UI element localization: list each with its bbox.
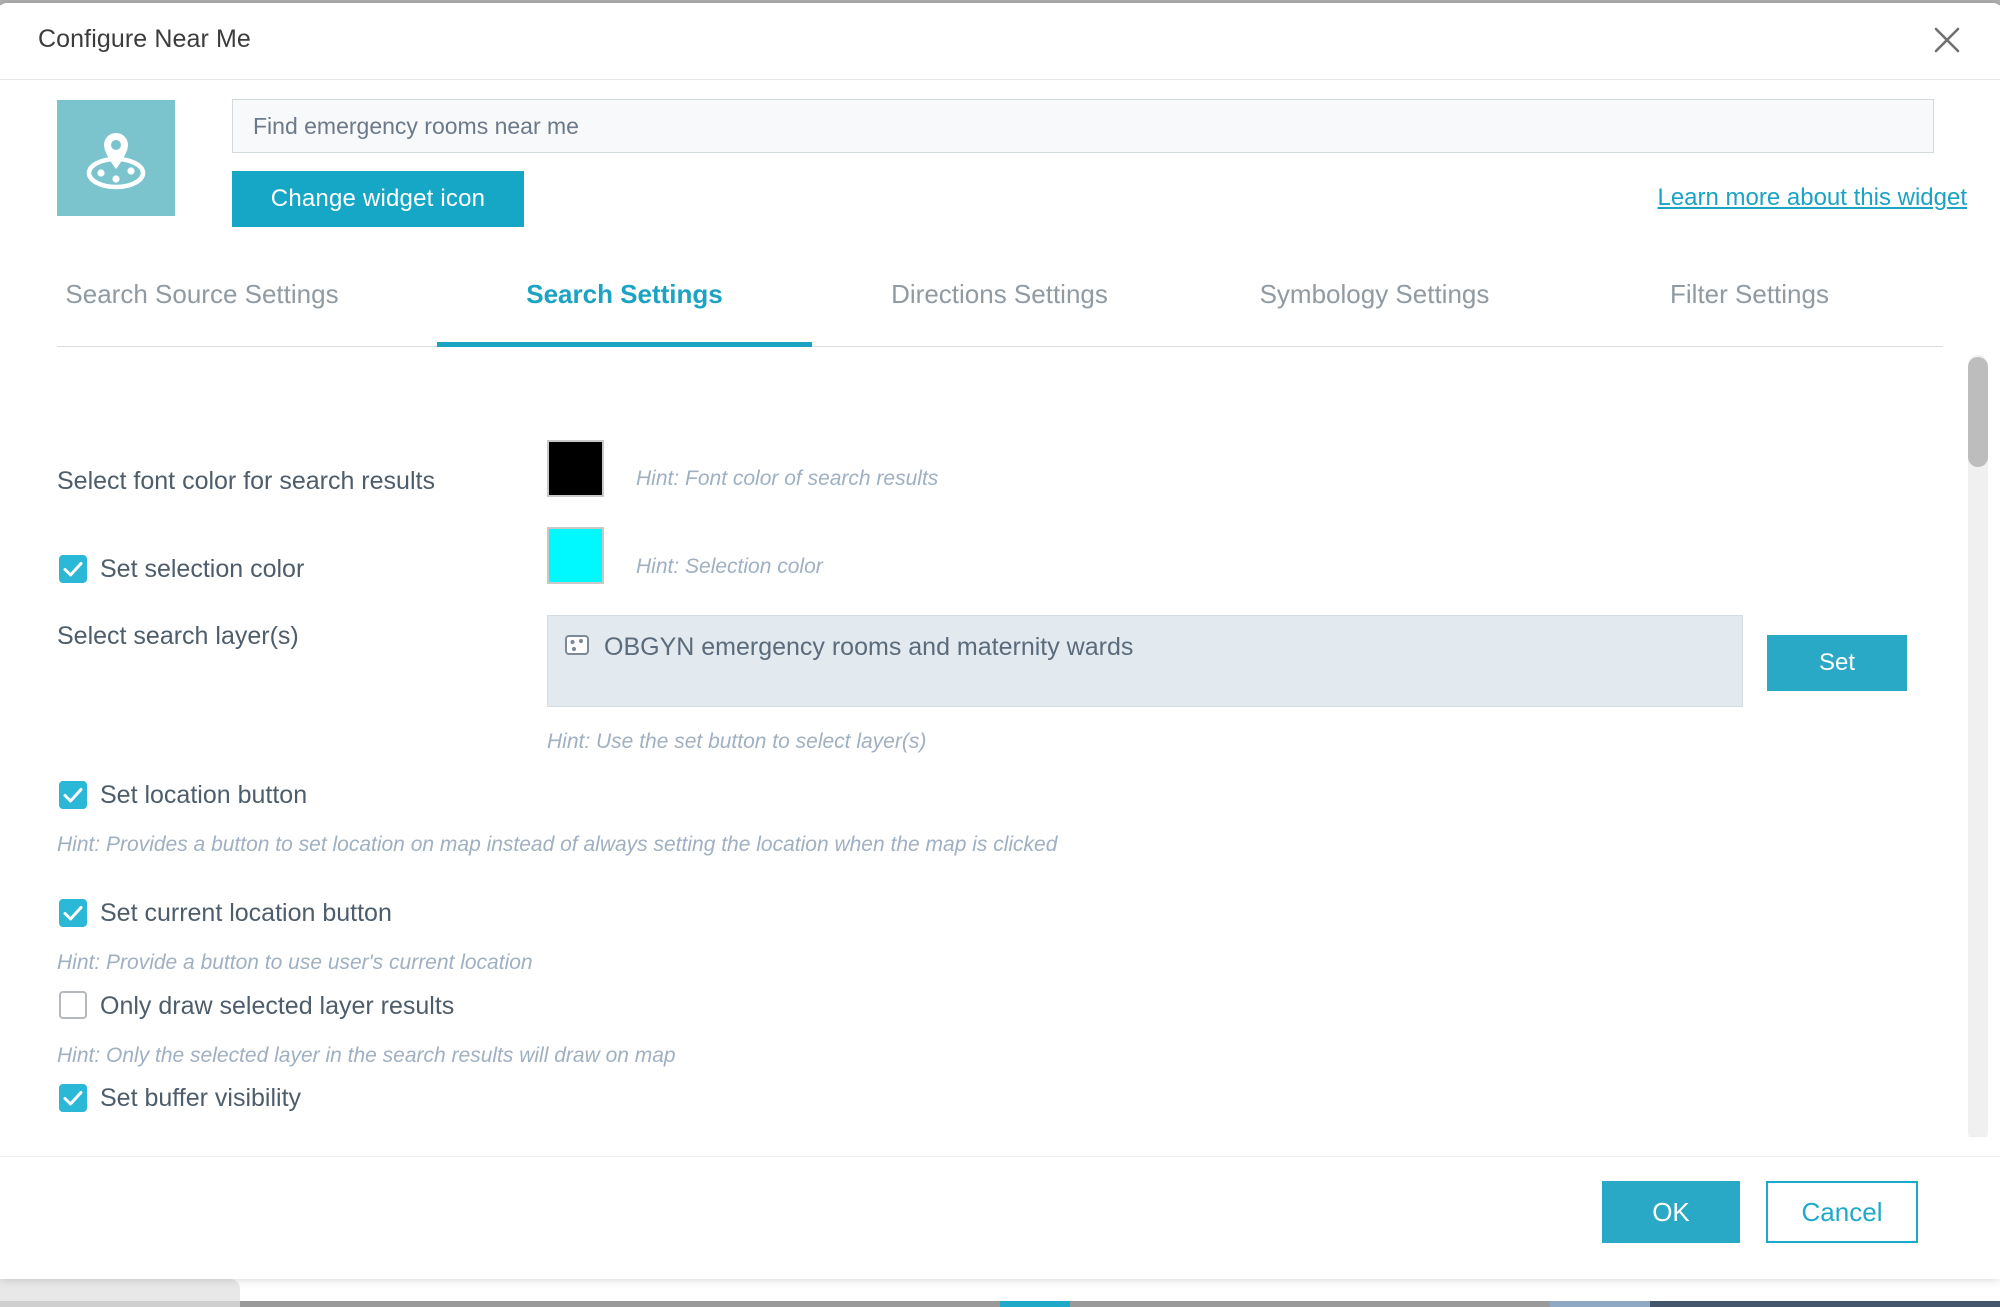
tab-label: Search Settings [526,279,723,309]
set-selection-color-checkbox[interactable] [59,555,87,583]
set-location-button-hint: Hint: Provides a button to set location … [57,833,1058,856]
set-layers-button[interactable]: Set [1767,635,1907,691]
font-color-hint: Hint: Font color of search results [636,467,939,490]
tab-label: Filter Settings [1670,279,1829,309]
tab-search-source-settings[interactable]: Search Source Settings [57,275,347,347]
search-layers-list[interactable]: OBGYN emergency rooms and maternity ward… [547,615,1743,707]
set-buffer-visibility-label[interactable]: Set buffer visibility [100,1084,301,1113]
tab-search-settings[interactable]: Search Settings [437,275,812,347]
only-draw-selected-layer-results-label[interactable]: Only draw selected layer results [100,992,454,1021]
dialog-footer: OK Cancel [0,1156,2000,1279]
tab-label: Search Source Settings [65,279,339,309]
page-title: Configure Near Me [38,25,251,53]
set-buffer-visibility-checkbox[interactable] [59,1084,87,1112]
settings-scrollbar-track[interactable] [1968,355,1988,1137]
set-current-location-button-label[interactable]: Set current location button [100,899,392,928]
cancel-button[interactable]: Cancel [1766,1181,1918,1243]
set-current-location-button-hint: Hint: Provide a button to use user's cur… [57,951,533,974]
dialog-header: Configure Near Me [0,3,2000,80]
ok-button[interactable]: OK [1602,1181,1740,1243]
set-selection-color-label[interactable]: Set selection color [100,555,304,584]
settings-scroll-area: Select font color for search results Hin… [0,347,2000,1137]
set-location-button-checkbox[interactable] [59,781,87,809]
list-item[interactable]: OBGYN emergency rooms and maternity ward… [564,632,1133,663]
settings-scrollbar-thumb[interactable] [1968,357,1988,467]
selection-color-hint: Hint: Selection color [636,555,823,578]
layer-dots-icon [564,632,590,663]
background-taskbar [0,1301,2000,1307]
set-location-button-label[interactable]: Set location button [100,781,307,810]
widget-identity-row: Change widget icon Learn more about this… [0,80,2000,228]
tab-filter-settings[interactable]: Filter Settings [1562,275,1937,347]
only-draw-selected-layer-results-checkbox[interactable] [59,991,87,1019]
tab-label: Symbology Settings [1259,279,1490,309]
font-color-swatch[interactable] [547,440,604,497]
background-tab-shape [0,1279,240,1301]
tab-directions-settings[interactable]: Directions Settings [812,275,1187,347]
only-draw-selected-layer-results-hint: Hint: Only the selected layer in the sea… [57,1044,676,1067]
near-me-pin-icon [57,100,175,216]
font-color-label: Select font color for search results [57,467,435,495]
settings-tabs: Search Source Settings Search Settings D… [0,272,2000,347]
search-layers-hint: Hint: Use the set button to select layer… [547,730,927,753]
widget-name-input[interactable] [232,99,1934,153]
configure-near-me-dialog: Configure Near Me Change widget icon Lea… [0,3,2000,1279]
select-search-layers-label: Select search layer(s) [57,622,299,650]
set-buffer-visibility-hint: Hint: The buffer will be displayed on th… [57,1136,471,1137]
set-current-location-button-checkbox[interactable] [59,899,87,927]
tab-symbology-settings[interactable]: Symbology Settings [1187,275,1562,347]
selection-color-swatch[interactable] [547,527,604,584]
learn-more-link[interactable]: Learn more about this widget [1657,184,1967,212]
layer-name: OBGYN emergency rooms and maternity ward… [604,633,1134,661]
change-widget-icon-button[interactable]: Change widget icon [232,171,524,227]
tab-label: Directions Settings [891,279,1108,309]
close-icon[interactable] [1924,17,1970,63]
